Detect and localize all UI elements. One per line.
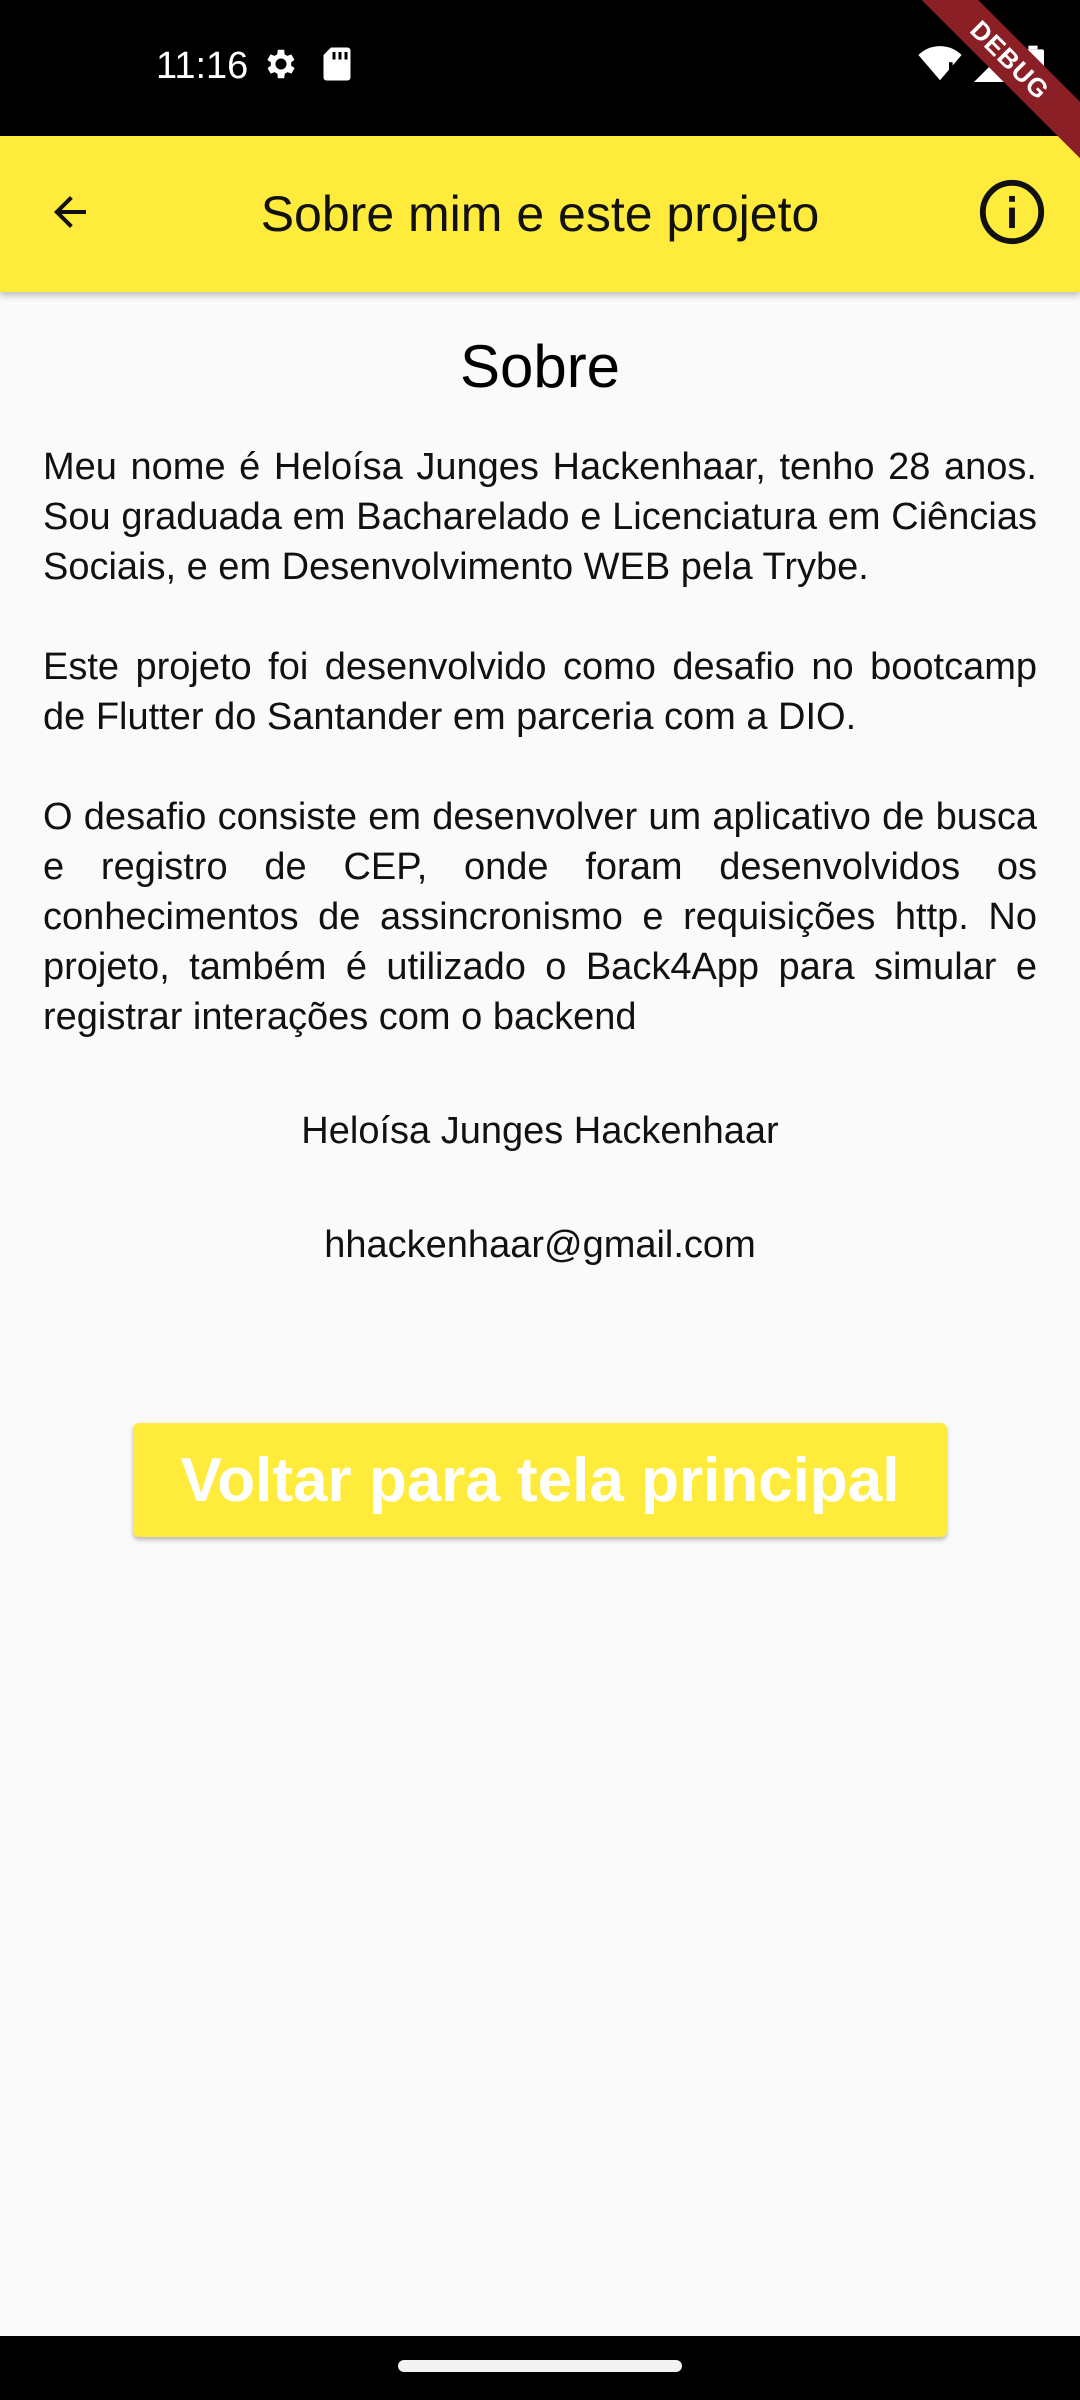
system-nav-bar (0, 2336, 1080, 2400)
debug-banner: DEBUG (920, 0, 1080, 160)
arrow-back-icon (46, 188, 94, 241)
sd-card-icon (322, 46, 352, 87)
app-bar: Sobre mim e este projeto (0, 136, 1080, 292)
author-name: Heloísa Junges Hackenhaar (301, 1110, 779, 1152)
back-button[interactable] (28, 172, 112, 256)
info-button[interactable] (966, 168, 1058, 260)
gear-icon (262, 45, 300, 88)
page-title: Sobre mim e este projeto (260, 186, 820, 242)
about-screen: 11:16 DEBUG Sobre mim e este projeto Sob… (0, 0, 1080, 2400)
paragraph-project: Este projeto foi desenvolvido como desaf… (43, 646, 1037, 738)
author-email: hhackenhaar@gmail.com (324, 1224, 756, 1266)
status-left-icons (262, 46, 352, 86)
debug-banner-label: DEBUG (920, 0, 1080, 160)
back-to-main-button[interactable]: Voltar para tela principal (133, 1423, 947, 1537)
paragraph-challenge: O desafio consiste em desenvolver um apl… (43, 796, 1037, 1038)
status-bar: 11:16 (0, 0, 1080, 136)
status-time: 11:16 (156, 45, 249, 87)
section-title: Sobre (459, 333, 621, 400)
paragraph-intro: Meu nome é Heloísa Junges Hackenhaar, te… (43, 446, 1037, 588)
about-content: Sobre Meu nome é Heloísa Junges Hackenha… (43, 292, 1037, 1270)
home-gesture-handle[interactable] (398, 2360, 682, 2372)
info-icon (977, 177, 1047, 252)
